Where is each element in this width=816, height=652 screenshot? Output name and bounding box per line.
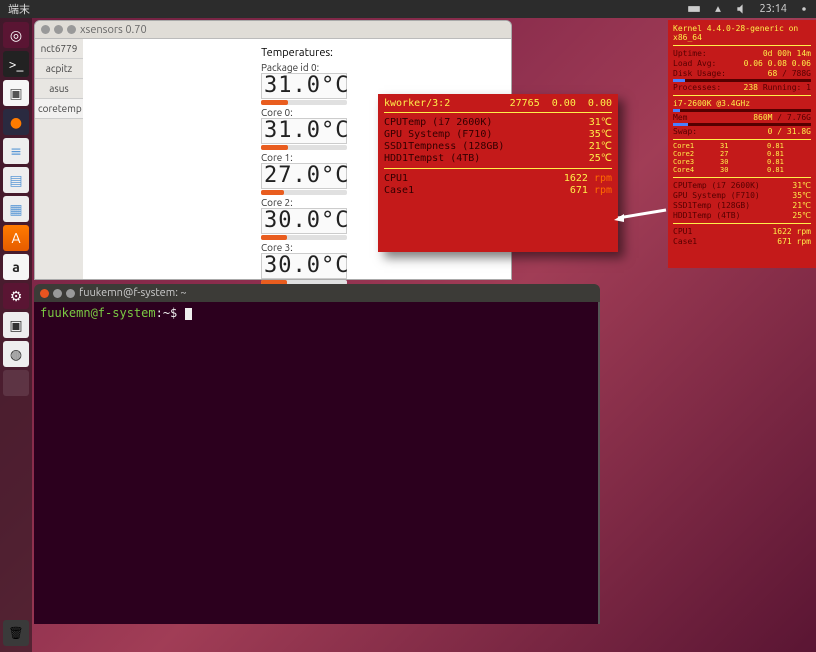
top-panel: 端末 23:14	[0, 0, 816, 18]
temps-header: Temperatures:	[93, 47, 501, 59]
tab-asus[interactable]: asus	[35, 79, 83, 99]
launcher-screenshot[interactable]: ▣	[3, 312, 29, 338]
close-icon[interactable]	[40, 289, 49, 298]
menu-terminal[interactable]: 端末	[0, 1, 38, 17]
prompt-user: fuukemn@f-system	[40, 306, 156, 320]
launcher-writer[interactable]: ≡	[3, 138, 29, 164]
maximize-icon[interactable]	[67, 25, 76, 34]
launcher-disks[interactable]: ◍	[3, 341, 29, 367]
maximize-icon[interactable]	[66, 289, 75, 298]
minimize-icon[interactable]	[53, 289, 62, 298]
kernel-line: Kernel 4.4.0-28-generic on x86_64	[673, 24, 811, 42]
network-icon[interactable]	[706, 2, 730, 16]
tab-coretemp[interactable]: coretemp	[35, 99, 83, 119]
launcher-other[interactable]	[3, 370, 29, 396]
terminal-body[interactable]: fuukemn@f-system:~$	[34, 302, 600, 624]
cursor	[185, 308, 192, 320]
launcher: ◎ >_ ▣ ● ≡ ▤ ▦ A a ⚙ ▣ ◍ 🗑	[0, 18, 32, 652]
launcher-files[interactable]: ▣	[3, 80, 29, 106]
conky-process-row: kworker/3:2 27765 0.00 0.00	[384, 98, 612, 113]
launcher-terminal[interactable]: >_	[3, 51, 29, 77]
minimize-icon[interactable]	[54, 25, 63, 34]
terminal-window: fuukemn@f-system: ~ fuukemn@f-system:~$	[34, 284, 600, 624]
tab-nct6779[interactable]: nct6779	[35, 39, 83, 59]
launcher-amazon[interactable]: a	[3, 254, 29, 280]
terminal-titlebar[interactable]: fuukemn@f-system: ~	[34, 284, 600, 302]
launcher-dash[interactable]: ◎	[3, 22, 29, 48]
keyboard-icon[interactable]	[682, 2, 706, 16]
launcher-settings[interactable]: ⚙	[3, 283, 29, 309]
prompt-path: :~$	[156, 306, 178, 320]
launcher-calc[interactable]: ▤	[3, 167, 29, 193]
launcher-firefox[interactable]: ●	[3, 109, 29, 135]
launcher-software[interactable]: A	[3, 225, 29, 251]
close-icon[interactable]	[41, 25, 50, 34]
annotation-arrow	[614, 206, 670, 222]
window-title: xsensors 0.70	[80, 24, 147, 36]
sensor-tabs: nct6779 acpitz asus coretemp	[35, 39, 83, 279]
clock[interactable]: 23:14	[754, 3, 792, 15]
launcher-trash[interactable]: 🗑	[3, 620, 29, 646]
launcher-impress[interactable]: ▦	[3, 196, 29, 222]
conky-system-panel: Kernel 4.4.0-28-generic on x86_64 Uptime…	[668, 20, 816, 268]
conky-temps-panel: kworker/3:2 27765 0.00 0.00 CPUTemp (i7 …	[378, 94, 618, 252]
window-title: fuukemn@f-system: ~	[79, 287, 187, 299]
sound-icon[interactable]	[730, 2, 754, 16]
session-gear-icon[interactable]	[792, 2, 816, 16]
xsensors-titlebar[interactable]: xsensors 0.70	[35, 21, 511, 39]
tab-acpitz[interactable]: acpitz	[35, 59, 83, 79]
